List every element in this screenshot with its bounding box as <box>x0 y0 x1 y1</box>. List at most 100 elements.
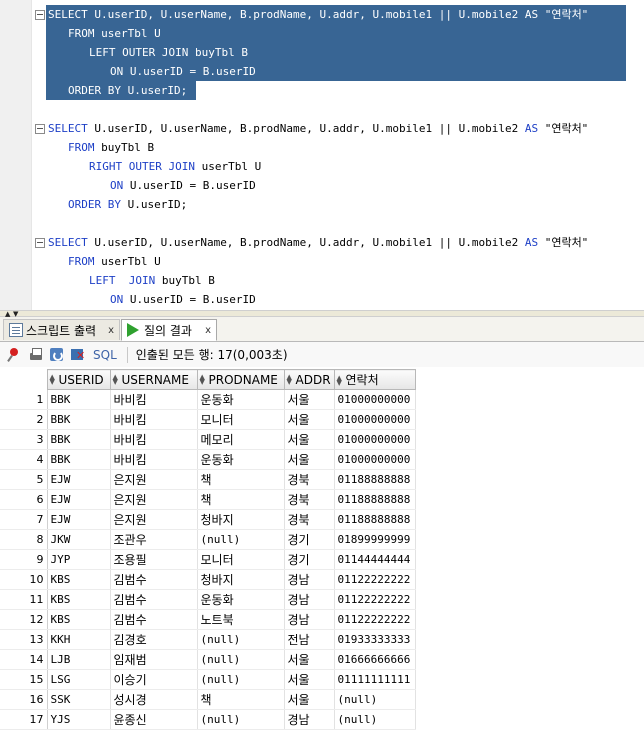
table-cell[interactable]: BBK <box>47 389 111 410</box>
table-cell[interactable]: 01000000000 <box>334 429 416 450</box>
table-cell[interactable]: LJB <box>47 649 111 670</box>
table-cell[interactable]: 청바지 <box>197 509 285 530</box>
table-cell[interactable]: 01899999999 <box>334 529 416 550</box>
table-cell[interactable]: 바비킴 <box>110 449 198 470</box>
table-cell[interactable]: 서울 <box>284 449 335 470</box>
table-cell[interactable]: 조용필 <box>110 549 198 570</box>
table-cell[interactable]: 전남 <box>284 629 335 650</box>
table-row[interactable]: 3 BBK 바비킴 메모리 서울 01000000000 <box>0 429 416 450</box>
table-row[interactable]: 9 JYP 조용필 모니터 경기 01144444444 <box>0 549 416 570</box>
fold-toggle-icon[interactable] <box>35 10 45 20</box>
table-row[interactable]: 4 BBK 바비킴 운동화 서울 01000000000 <box>0 449 416 470</box>
table-cell[interactable]: (null) <box>197 709 285 730</box>
table-cell[interactable]: 책 <box>197 469 285 490</box>
table-cell[interactable]: 메모리 <box>197 429 285 450</box>
table-cell[interactable]: 01666666666 <box>334 649 416 670</box>
table-cell[interactable]: 서울 <box>284 649 335 670</box>
code-line[interactable]: FROM userTbl U <box>68 252 161 271</box>
code-line[interactable]: RIGHT OUTER JOIN userTbl U <box>89 157 261 176</box>
table-row[interactable]: 14 LJB 임재범 (null) 서울 01666666666 <box>0 649 416 670</box>
sort-icon[interactable]: ▲ ▼ <box>50 374 58 386</box>
table-cell[interactable]: 바비킴 <box>110 389 198 410</box>
fold-toggle-icon[interactable] <box>35 124 45 134</box>
table-cell[interactable]: 바비킴 <box>110 409 198 430</box>
table-cell[interactable]: 경북 <box>284 469 335 490</box>
table-cell[interactable]: 01122222222 <box>334 609 416 630</box>
table-cell[interactable]: 01933333333 <box>334 629 416 650</box>
table-cell[interactable]: BBK <box>47 429 111 450</box>
sql-editor[interactable]: SELECT U.userID, U.userName, B.prodName,… <box>0 0 644 310</box>
table-row[interactable]: 5 EJW 은지원 책 경북 01188888888 <box>0 469 416 490</box>
table-cell[interactable]: 은지원 <box>110 489 198 510</box>
table-cell[interactable]: 서울 <box>284 689 335 710</box>
table-row[interactable]: 16 SSK 성시경 책 서울 (null) <box>0 689 416 710</box>
print-icon[interactable] <box>27 346 45 364</box>
table-cell[interactable]: (null) <box>197 629 285 650</box>
refresh-icon[interactable] <box>48 346 66 364</box>
table-cell[interactable]: BBK <box>47 449 111 470</box>
table-cell[interactable]: 운동화 <box>197 389 285 410</box>
table-cell[interactable]: KBS <box>47 609 111 630</box>
code-line[interactable]: SELECT U.userID, U.userName, B.prodName,… <box>48 5 588 24</box>
table-cell[interactable]: 01188888888 <box>334 469 416 490</box>
table-cell[interactable]: 청바지 <box>197 569 285 590</box>
table-row[interactable]: 13 KKH 김경호 (null) 전남 01933333333 <box>0 629 416 650</box>
table-row[interactable]: 12 KBS 김범수 노트북 경남 01122222222 <box>0 609 416 630</box>
sort-icon[interactable]: ▲ ▼ <box>287 374 295 386</box>
table-row[interactable]: 2 BBK 바비킴 모니터 서울 01000000000 <box>0 409 416 430</box>
code-line[interactable]: LEFT OUTER JOIN buyTbl B <box>89 43 248 62</box>
table-cell[interactable]: 01000000000 <box>334 389 416 410</box>
table-cell[interactable]: 이승기 <box>110 669 198 690</box>
column-header[interactable]: ▲ ▼ USERNAME <box>109 369 198 390</box>
table-cell[interactable]: 경남 <box>284 709 335 730</box>
code-line[interactable]: ON U.userID = B.userID <box>110 176 256 195</box>
table-cell[interactable]: 01144444444 <box>334 549 416 570</box>
table-cell[interactable]: 운동화 <box>197 589 285 610</box>
table-cell[interactable]: 김범수 <box>110 609 198 630</box>
table-cell[interactable]: 책 <box>197 689 285 710</box>
table-cell[interactable]: 01188888888 <box>334 489 416 510</box>
table-cell[interactable]: 서울 <box>284 389 335 410</box>
table-cell[interactable]: 모니터 <box>197 549 285 570</box>
table-row[interactable]: 7 EJW 은지원 청바지 경북 01188888888 <box>0 509 416 530</box>
table-cell[interactable]: 경북 <box>284 489 335 510</box>
table-cell[interactable]: 임재범 <box>110 649 198 670</box>
table-cell[interactable]: 은지원 <box>110 509 198 530</box>
table-cell[interactable]: 조관우 <box>110 529 198 550</box>
code-line[interactable]: FROM userTbl U <box>68 24 161 43</box>
pin-icon[interactable] <box>6 346 24 364</box>
fold-toggle-icon[interactable] <box>35 238 45 248</box>
table-cell[interactable]: (null) <box>334 709 416 730</box>
table-cell[interactable]: KKH <box>47 629 111 650</box>
table-cell[interactable]: YJS <box>47 709 111 730</box>
column-header[interactable]: ▲ ▼ USERID <box>46 369 111 390</box>
panel-splitter[interactable]: ▲ ▼ <box>0 310 644 318</box>
clear-icon[interactable] <box>69 346 87 364</box>
table-cell[interactable]: 책 <box>197 489 285 510</box>
table-cell[interactable]: 01000000000 <box>334 409 416 430</box>
table-row[interactable]: 10 KBS 김범수 청바지 경남 01122222222 <box>0 569 416 590</box>
table-cell[interactable]: 경남 <box>284 589 335 610</box>
table-cell[interactable]: SSK <box>47 689 111 710</box>
table-cell[interactable]: EJW <box>47 509 111 530</box>
table-cell[interactable]: 운동화 <box>197 449 285 470</box>
code-line[interactable]: ORDER BY U.userID; <box>68 81 187 100</box>
table-cell[interactable]: LSG <box>47 669 111 690</box>
table-cell[interactable]: JKW <box>47 529 111 550</box>
code-line[interactable]: LEFT JOIN buyTbl B <box>89 271 215 290</box>
close-icon[interactable]: x <box>108 325 114 336</box>
column-header[interactable]: ▲ ▼ 연락처 <box>333 369 416 390</box>
table-cell[interactable]: 노트북 <box>197 609 285 630</box>
table-cell[interactable]: 서울 <box>284 669 335 690</box>
table-cell[interactable]: 은지원 <box>110 469 198 490</box>
close-icon[interactable]: x <box>205 325 211 336</box>
code-line[interactable]: ON U.userID = B.userID <box>110 62 256 81</box>
sort-icon[interactable]: ▲ ▼ <box>113 374 121 386</box>
column-header[interactable]: ▲ ▼ ADDR <box>283 369 335 390</box>
table-row[interactable]: 11 KBS 김범수 운동화 경남 01122222222 <box>0 589 416 610</box>
sort-icon[interactable]: ▲ ▼ <box>200 374 208 386</box>
table-cell[interactable]: 성시경 <box>110 689 198 710</box>
code-line[interactable]: ON U.userID = B.userID <box>110 290 256 309</box>
column-header[interactable]: ▲ ▼ PRODNAME <box>196 369 285 390</box>
tab-query-result[interactable]: 질의 결과 x <box>121 319 217 341</box>
